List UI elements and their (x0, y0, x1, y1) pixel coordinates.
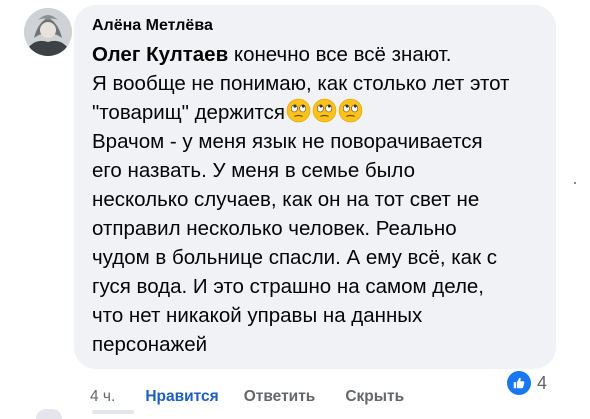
comment-line: Врачом - у меня язык не поворачивается (92, 130, 483, 153)
comment-author[interactable]: Алёна Метлёва (92, 17, 213, 35)
comment-actions: 4 ч. Нравится Ответить Скрыть (90, 387, 434, 407)
comment-line: его назвать. У меня в семье было (92, 159, 415, 182)
rolling-eyes-emoji-icon (338, 98, 363, 123)
like-icon (507, 371, 531, 395)
comment-text: Олег Култаев конечно все всё знают. Я во… (92, 40, 547, 359)
next-comment-avatar (36, 409, 62, 419)
more-options-icon[interactable] (574, 182, 578, 186)
like-button[interactable]: Нравится (145, 388, 218, 406)
comment-line: отправил несколько человек. Реально (92, 217, 457, 240)
mention-link[interactable]: Олег Култаев (92, 43, 228, 66)
comment-line: гуся вода. И это страшно на самом деле, (92, 275, 485, 298)
comment-line-text: конечно все всё знают. (228, 43, 452, 66)
comment-line: Я вообще не понимаю, как столько лет это… (92, 72, 510, 95)
hide-button[interactable]: Скрыть (345, 388, 404, 406)
reaction-count: 4 (537, 372, 548, 393)
rolling-eyes-emoji-icon (286, 98, 311, 123)
avatar[interactable] (24, 8, 72, 56)
avatar-photo (24, 8, 72, 56)
comment-line: "товарищ" держится (92, 98, 547, 127)
comment-line: чудом в больнице спасли. А ему всё, как … (92, 246, 497, 269)
next-comment-peek (92, 410, 134, 414)
rolling-eyes-emoji-icon (312, 98, 337, 123)
comment-line: персонажей (92, 333, 208, 356)
comment-line-text: "товарищ" держится (92, 101, 286, 124)
comment-line: несколько случаев, как он на тот свет не (92, 188, 480, 211)
reaction-summary[interactable]: 4 (507, 370, 547, 396)
comment-line: что нет никакой управы на данных (92, 304, 423, 327)
comment-line: Олег Култаев конечно все всё знают. (92, 40, 547, 69)
timestamp[interactable]: 4 ч. (90, 388, 115, 406)
reply-button[interactable]: Ответить (244, 388, 316, 406)
